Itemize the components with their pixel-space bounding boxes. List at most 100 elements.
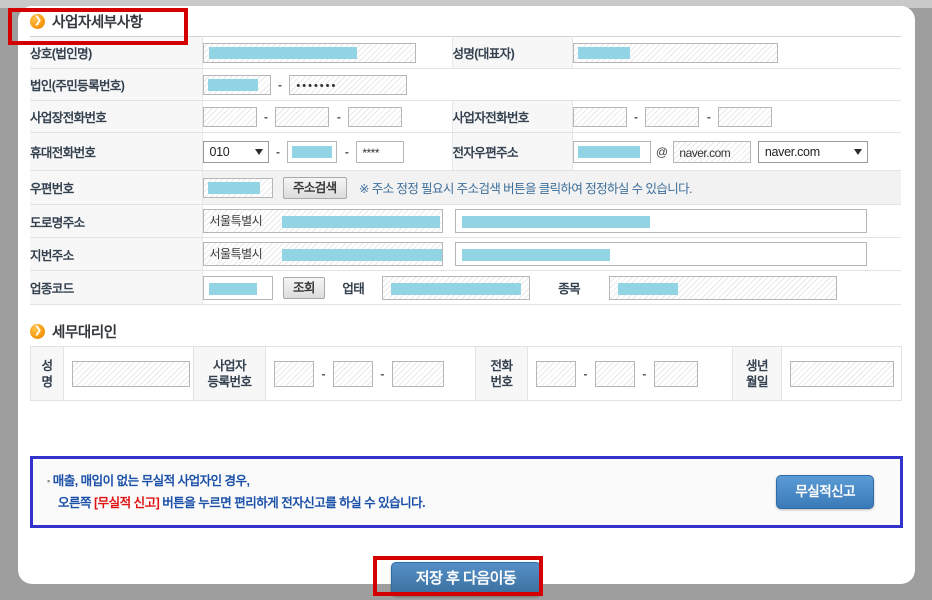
mobile-middle-input[interactable] [287,140,338,163]
section-header-business-detail: ❯ 사업자세부사항 [18,6,915,36]
cell-business-phone-inputs: - - [572,100,901,133]
redaction-bar [208,282,257,295]
agent-phone-part3-input[interactable] [653,360,698,387]
industry-code-lookup-button[interactable]: 조회 [282,276,325,299]
agent-biz-no-part1-input[interactable] [274,360,314,387]
agent-biz-no-part2-input[interactable] [332,360,373,387]
label-representative-name: 성명(대표자) [452,36,573,69]
arrow-circle-icon: ❯ [30,323,45,339]
header-agent-phone: 전화 번호 [475,346,528,401]
road-address-city-input[interactable]: 서울특별시 [202,209,443,233]
email-domain-input[interactable]: naver.com [673,140,752,163]
mobile-last-input[interactable]: **** [356,140,405,163]
lot-address-detail-input[interactable] [454,242,867,266]
label-industry-type: 업태 [342,282,365,296]
agent-birth-input[interactable] [790,360,894,387]
business-phone-part1-input[interactable] [572,106,627,127]
save-and-next-button[interactable]: 저장 후 다음이동 [390,562,542,596]
business-phone-part3-input[interactable] [718,106,773,127]
notice-text: ▪ 매출, 매입이 없는 무실적 사업자인 경우, 오른쪽 [무실적 신고] 버튼… [47,470,426,515]
redaction-bar [577,145,640,158]
corp-reg-no-back-input[interactable]: ••••••• [289,74,408,95]
section-header-tax-agent: ❯ 세무대리인 [18,316,915,346]
cell-company-name-input [202,36,453,69]
header-agent-name: 성 명 [30,346,64,401]
representative-name-input[interactable] [572,42,778,63]
section-title-tax-agent: 세무대리인 [52,324,117,341]
separator-dash: - [706,109,711,124]
cell-lot-address: 서울특별시 [202,237,901,271]
separator-dash: - [633,109,638,124]
corp-reg-no-masked-value: ••••••• [296,79,338,92]
at-symbol: @ [655,144,669,159]
lot-address-city-value: 서울특별시 [209,247,263,261]
no-sales-notice-box: ▪ 매출, 매입이 없는 무실적 사업자인 경우, 오른쪽 [무실적 신고] 버튼… [30,456,903,528]
header-agent-biz-no: 사업자 등록번호 [193,346,266,401]
table-row-tax-agent: 성 명 사업자 등록번호 - - 전화 번호 - - 생년 월일 [30,346,902,401]
table-row-place-phone: 사업장전화번호 - - 사업자전화번호 - - [30,100,901,133]
table-row-postal-code: 우편번호 주소검색 ※ 주소 정정 필요시 주소검색 버튼을 클릭하여 정정하실… [30,170,901,205]
cell-agent-birth [781,346,902,401]
road-address-detail-input[interactable] [454,209,867,233]
cell-industry-code: 조회 업태 종목 [202,270,901,305]
industry-code-input[interactable] [202,275,273,300]
business-phone-part2-input[interactable] [645,106,700,127]
industry-type-input[interactable] [381,275,530,300]
place-phone-part2-input[interactable] [275,106,330,127]
cell-postal-code: 주소검색 ※ 주소 정정 필요시 주소검색 버튼을 클릭하여 정정하실 수 있습… [202,170,901,205]
header-agent-birth-line2: 월일 [745,374,769,389]
chevron-down-icon [853,148,862,155]
label-mobile-phone: 휴대전화번호 [30,132,203,171]
arrow-circle-icon: ❯ [30,13,45,29]
tax-agent-table: 성 명 사업자 등록번호 - - 전화 번호 - - 생년 월일 [30,346,902,401]
mobile-prefix-value: 010 [209,144,230,159]
agent-name-input[interactable] [72,360,190,387]
redaction-bar [461,216,650,228]
lot-address-city-input[interactable]: 서울특별시 [202,242,443,266]
section-title-business-detail: 사업자세부사항 [52,14,143,31]
agent-phone-part2-input[interactable] [594,360,635,387]
label-place-phone: 사업장전화번호 [30,100,203,133]
table-row-mobile-phone: 휴대전화번호 010 - - **** 전자우편주소 @ naver.com n… [30,132,901,171]
separator-dash: - [263,109,268,124]
postal-code-input[interactable] [202,177,273,198]
header-agent-biz-no-line1: 사업자 [212,358,247,373]
cell-place-phone-inputs: - - [202,100,453,133]
notice-line2-post: 버튼을 누르면 편리하게 전자신고를 하실 수 있습니다. [159,496,426,511]
cell-email-inputs: @ naver.com naver.com [572,132,901,171]
label-business-phone: 사업자전화번호 [452,100,573,133]
agent-phone-part1-input[interactable] [536,360,576,387]
redaction-bar [390,282,521,295]
separator-dash: - [380,366,385,381]
email-domain-value: naver.com [679,145,731,160]
redaction-bar [292,145,333,158]
label-lot-address: 지번주소 [30,237,203,271]
separator-dash: - [583,366,588,381]
separator-dash: - [275,144,280,159]
notice-line2-pre: 오른쪽 [58,496,94,511]
agent-biz-no-part3-input[interactable] [391,360,444,387]
no-sales-report-button[interactable]: 무실적신고 [776,475,874,509]
separator-dash: - [321,366,326,381]
place-phone-part3-input[interactable] [348,106,403,127]
header-agent-name-line1: 성 [41,358,53,373]
bullet-square-icon: ▪ [47,476,50,487]
address-search-button[interactable]: 주소검색 [282,176,347,199]
industry-item-input[interactable] [608,275,837,300]
separator-dash: - [642,366,647,381]
corp-reg-no-front-input[interactable] [202,74,271,95]
separator-dash: - [277,77,282,92]
header-agent-phone-line2: 번호 [490,374,513,389]
footer-bar: 저장 후 다음이동 [0,556,932,600]
mobile-prefix-select[interactable]: 010 [202,140,269,163]
header-agent-biz-no-line2: 등록번호 [207,374,252,389]
email-local-input[interactable] [572,140,651,163]
email-domain-select[interactable]: naver.com [757,140,868,163]
cell-agent-biz-no: - - [265,346,476,401]
cell-mobile-phone-inputs: 010 - - **** [202,132,453,171]
place-phone-part1-input[interactable] [202,106,257,127]
label-corp-reg-no: 법인(주민등록번호) [30,68,203,101]
redaction-bar [208,46,357,59]
label-email: 전자우편주소 [452,132,573,171]
company-name-input[interactable] [202,42,416,63]
